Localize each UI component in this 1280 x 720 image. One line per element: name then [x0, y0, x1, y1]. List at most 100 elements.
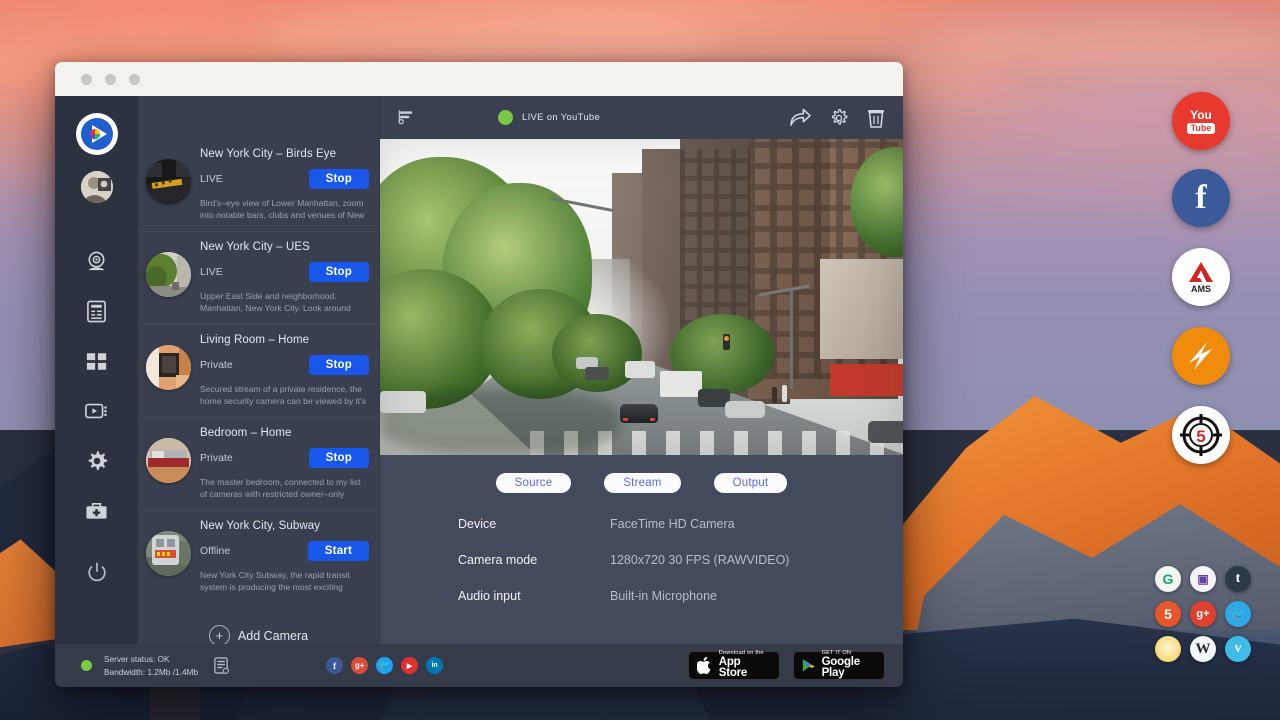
sidebar-item-recordings[interactable]	[77, 391, 117, 431]
trash-icon[interactable]	[867, 108, 885, 128]
lightning-icon	[1181, 336, 1221, 376]
sidebar-item-dashboard[interactable]	[77, 341, 117, 381]
toolkit-icon	[85, 501, 108, 521]
camera-status: Offline	[200, 545, 230, 557]
target-icon: 5	[1177, 411, 1225, 459]
window-titlebar	[55, 62, 903, 96]
share-arrow-glyph	[790, 108, 811, 127]
mini-icon-sun[interactable]	[1155, 636, 1181, 662]
log-document-icon[interactable]	[213, 657, 230, 675]
minimize-button[interactable]	[105, 74, 116, 85]
camera-action-button[interactable]: Stop	[309, 169, 369, 189]
avatar-photo-icon	[81, 171, 113, 203]
camera-thumbnail	[146, 531, 191, 576]
mini-icon-wordpress[interactable]: W	[1190, 636, 1216, 662]
detail-label: Device	[458, 517, 610, 531]
desktop-shortcut-lightning[interactable]	[1172, 327, 1230, 385]
sidebar-item-tools[interactable]	[77, 491, 117, 531]
mini-icon-tumblr[interactable]: t	[1225, 566, 1251, 592]
sidebar-item-logs[interactable]	[77, 291, 117, 331]
tab-source[interactable]: Source	[496, 473, 572, 493]
camera-list-item[interactable]: Living Room – Home Private Stop Secured …	[138, 325, 379, 418]
camera-action-button[interactable]: Stop	[309, 355, 369, 375]
camera-action-button[interactable]: Start	[308, 541, 369, 561]
power-icon	[87, 562, 107, 582]
filter-sort-glyph	[398, 109, 415, 126]
app-store-badge[interactable]: Download on the App Store	[688, 651, 780, 680]
thumbnail-living-room-icon	[146, 345, 191, 390]
facebook-icon[interactable]: f	[326, 657, 343, 674]
desktop-shortcut-facebook[interactable]: f	[1172, 169, 1230, 227]
live-status-dot	[498, 110, 513, 125]
app-window: New York City – Birds Eye LIVE Stop Bird…	[55, 62, 903, 687]
detail-label: Camera mode	[458, 553, 610, 567]
svg-text:5: 5	[1196, 427, 1205, 446]
camera-list-item[interactable]: New York City, Subway Offline Start New …	[138, 511, 379, 603]
detail-value: 1280x720 30 FPS (RAWVIDEO)	[610, 553, 789, 567]
sidebar-item-power[interactable]	[77, 552, 117, 592]
camera-action-button[interactable]: Stop	[309, 262, 369, 282]
sidebar-item-settings[interactable]	[77, 441, 117, 481]
app-logo[interactable]	[76, 113, 118, 155]
share-icon[interactable]	[790, 108, 811, 127]
linkedin-icon[interactable]: in	[426, 657, 443, 674]
server-status-text: Server status: OK	[104, 653, 198, 665]
adobe-icon	[1188, 261, 1214, 283]
settings-tabs: Source Stream Output	[380, 455, 903, 493]
desktop-mini-icon-grid: G ▣ t 5 g+ 🐦 W v	[1155, 566, 1255, 666]
user-avatar[interactable]	[81, 171, 113, 203]
mini-icon-twitter[interactable]: 🐦	[1225, 601, 1251, 627]
trash-glyph	[867, 108, 885, 128]
grid-icon	[86, 352, 108, 371]
sidebar-item-cameras[interactable]	[77, 241, 117, 281]
social-links: f g+ 🐦 ▶ in	[326, 657, 443, 674]
log-glyph	[213, 657, 230, 675]
google-plus-icon[interactable]: g+	[351, 657, 368, 674]
preview-vignette	[380, 139, 903, 455]
settings-gear-icon[interactable]	[829, 108, 849, 128]
youtube-icon[interactable]: ▶	[401, 657, 418, 674]
tab-output[interactable]: Output	[714, 473, 788, 493]
video-preview[interactable]	[380, 139, 903, 455]
mini-icon-twitch[interactable]: ▣	[1190, 566, 1216, 592]
camera-list-header	[138, 96, 379, 139]
google-play-badge[interactable]: GET IT ON Google Play	[793, 651, 885, 680]
twitter-icon[interactable]: 🐦	[376, 657, 393, 674]
desktop-shortcut-youtube[interactable]: You Tube	[1172, 92, 1230, 150]
gear-icon	[86, 450, 108, 472]
desktop-shortcut-adobe-ams[interactable]: AMS	[1172, 248, 1230, 306]
camera-list-item[interactable]: Bedroom – Home Private Stop The master b…	[138, 418, 379, 511]
mini-icon-vimeo[interactable]: v	[1225, 636, 1251, 662]
add-camera-button[interactable]: + Add Camera	[138, 603, 379, 644]
store-badges: Download on the App Store GET IT ON Goog…	[688, 651, 885, 680]
camera-description: The master bedroom, connected to my list…	[200, 476, 369, 501]
thumbnail-bedroom-icon	[146, 438, 191, 483]
filter-sort-icon[interactable]	[398, 109, 415, 126]
camera-description: Bird's–eye view of Lower Manhattan, zoom…	[200, 197, 369, 222]
close-button[interactable]	[81, 74, 92, 85]
google-play-bottom-label: Google Play	[822, 657, 876, 680]
facebook-icon: f	[1195, 179, 1206, 217]
camera-status: LIVE	[200, 266, 223, 278]
detail-label: Audio input	[458, 589, 610, 603]
mini-icon-google-plus[interactable]: g+	[1190, 601, 1216, 627]
video-icon	[85, 402, 109, 420]
tab-stream[interactable]: Stream	[604, 473, 680, 493]
main-toolbar: LIVE on YouTube	[380, 96, 903, 139]
server-status-dot	[81, 660, 92, 671]
camera-list-item[interactable]: New York City – UES LIVE Stop Upper East…	[138, 232, 379, 325]
camera-action-button[interactable]: Stop	[309, 448, 369, 468]
desktop-shortcut-target-five[interactable]: 5	[1172, 406, 1230, 464]
camera-title: Living Room – Home	[200, 334, 369, 346]
device-details: Device FaceTime HD Camera Camera mode 12…	[380, 493, 903, 625]
camera-description: Upper East Side and neighborhood. Manhat…	[200, 290, 369, 315]
mini-icon-grammarly[interactable]: G	[1155, 566, 1181, 592]
camera-list: New York City – Birds Eye LIVE Stop Bird…	[138, 139, 379, 644]
camera-status: Private	[200, 359, 233, 371]
maximize-button[interactable]	[129, 74, 140, 85]
camera-title: New York City, Subway	[200, 520, 369, 532]
live-status-label: LIVE on YouTube	[522, 112, 600, 123]
webcam-icon	[85, 250, 108, 273]
camera-list-item[interactable]: New York City – Birds Eye LIVE Stop Bird…	[138, 139, 379, 232]
mini-icon-smashing[interactable]: 5	[1155, 601, 1181, 627]
